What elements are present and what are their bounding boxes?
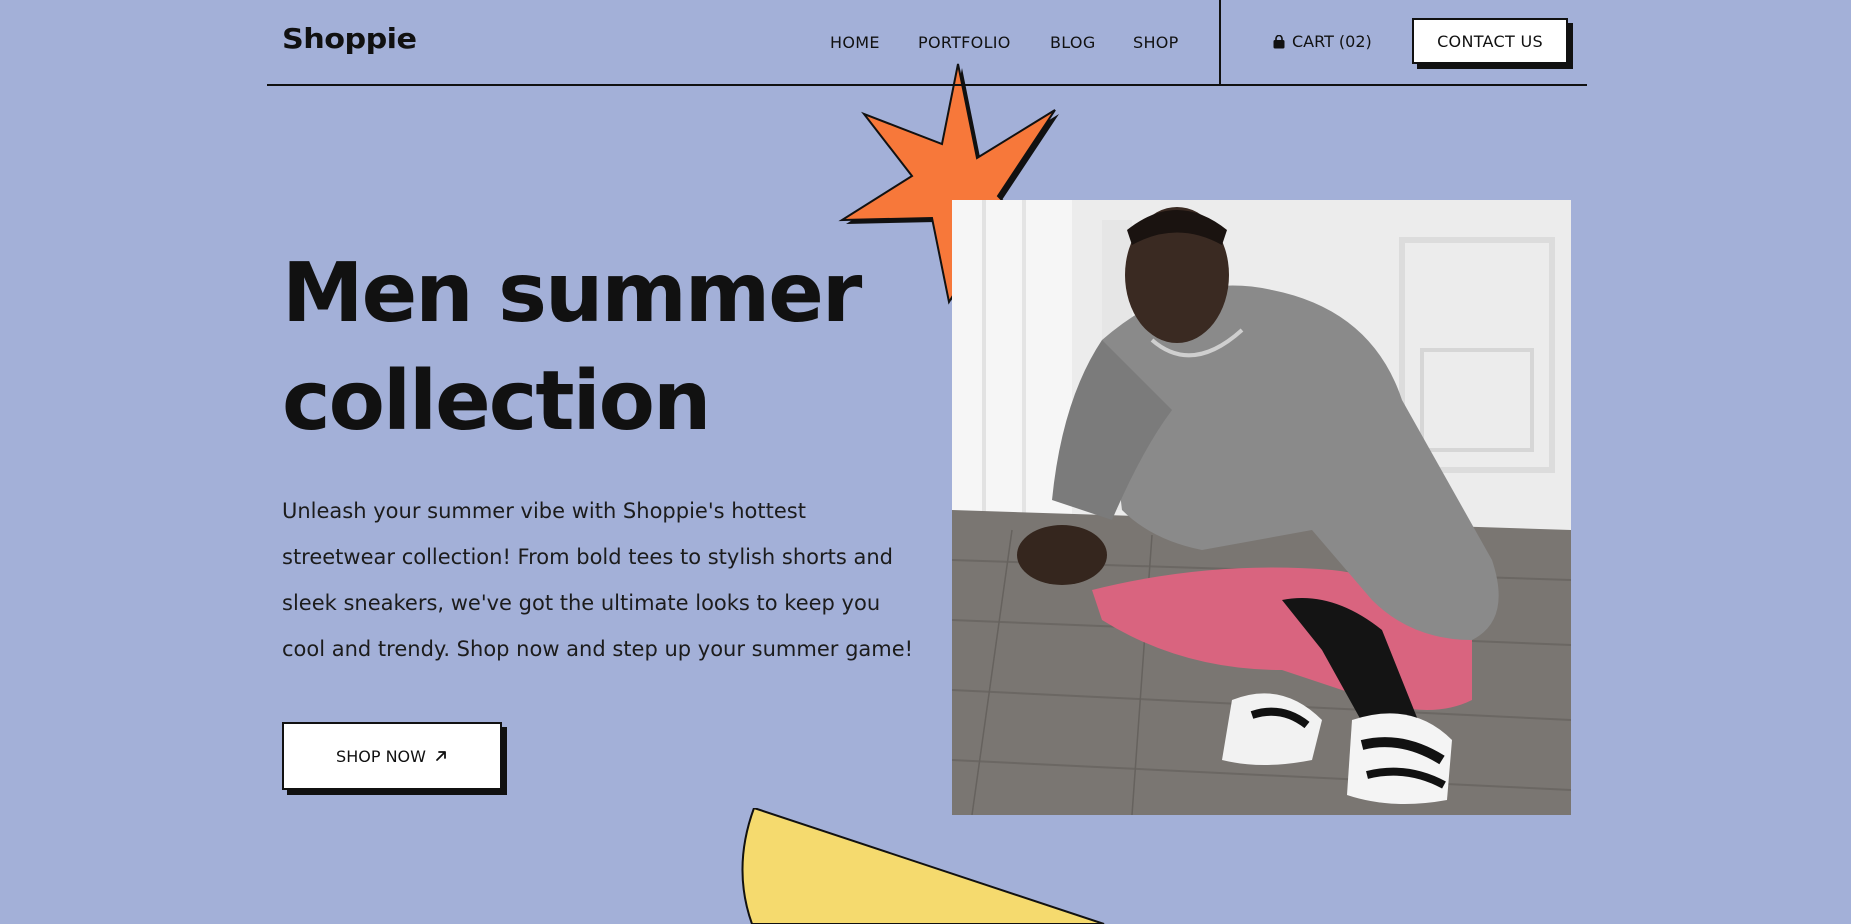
yellow-shape-decoration-icon [741,808,1105,924]
hero-photo [952,200,1571,815]
model-photo-illustration [952,200,1571,815]
nav-item-portfolio[interactable]: PORTFOLIO [918,33,1011,52]
hero-description: Unleash your summer vibe with Shoppie's … [282,499,914,661]
shop-now-button[interactable]: SHOP NOW [282,722,502,790]
shop-now-label: SHOP NOW [336,746,426,766]
nav-item-blog[interactable]: BLOG [1050,33,1096,52]
arrow-up-right-icon [436,751,446,761]
cart-label: CART (02) [1292,32,1372,51]
landing-page: Shoppie HOME PORTFOLIO BLOG SHOP CART (0… [0,0,1851,924]
shopping-bag-icon [1273,34,1285,48]
nav-item-home[interactable]: HOME [830,33,880,52]
brand-logo[interactable]: Shoppie [282,22,417,55]
hero-title-line-1: Men summer [282,246,862,341]
hero-title: Men summer collection [282,240,922,456]
header-divider [1219,0,1221,84]
hero-title-line-2: collection [282,354,711,449]
cart-link[interactable]: CART (02) [1272,32,1372,51]
contact-us-button[interactable]: CONTACT US [1412,18,1568,64]
nav-item-shop[interactable]: SHOP [1133,33,1179,52]
site-header: Shoppie HOME PORTFOLIO BLOG SHOP CART (0… [267,0,1587,86]
